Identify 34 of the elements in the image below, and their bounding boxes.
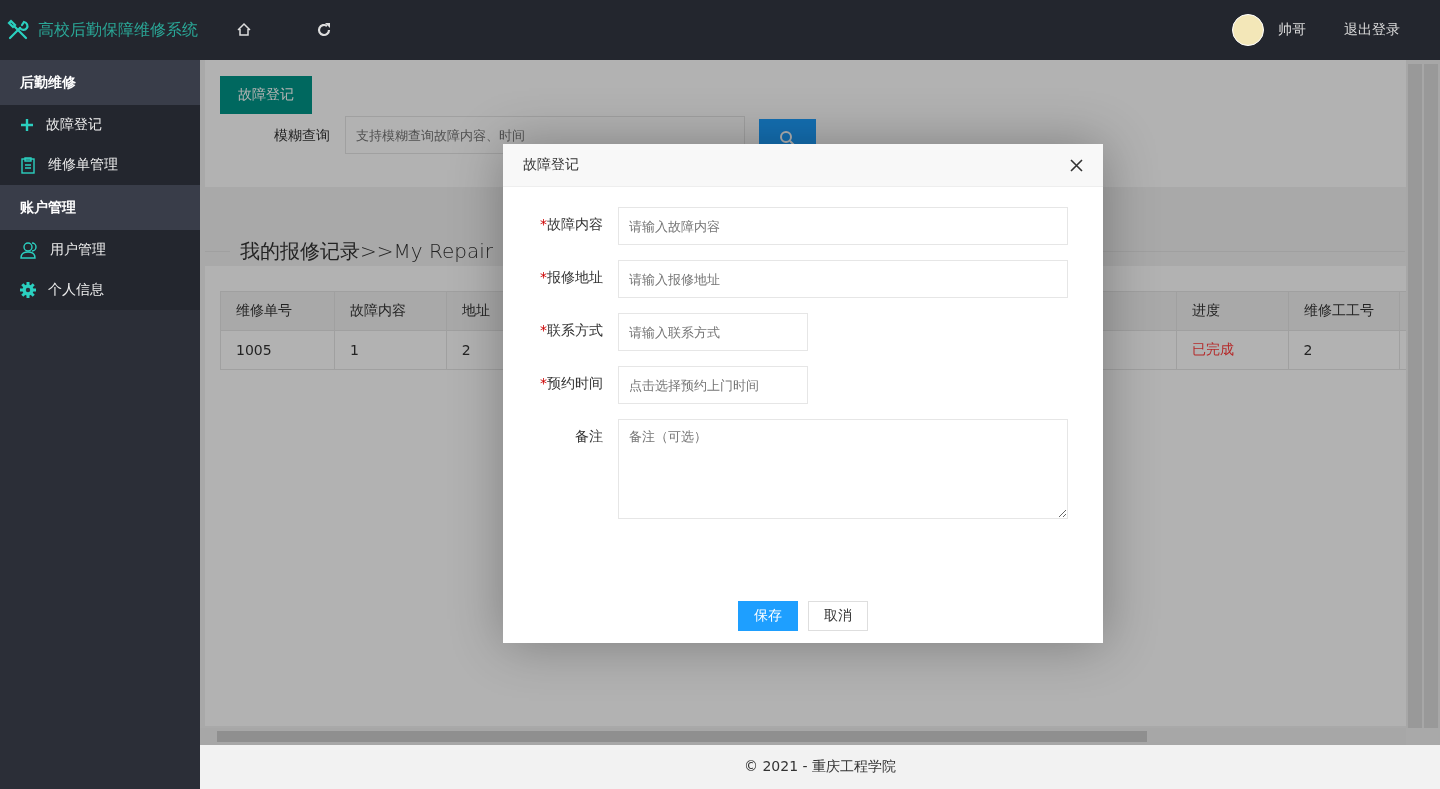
input-field[interactable]: 请输入故障内容 <box>618 207 1068 245</box>
required-mark: * <box>540 269 547 285</box>
field-label-text: 故障内容 <box>547 216 603 232</box>
user-name[interactable]: 帅哥 <box>1278 21 1306 39</box>
sidebar-section-title: 后勤维修 <box>0 60 200 105</box>
table-cell: 1005 <box>220 330 335 370</box>
input-field[interactable]: 请输入联系方式 <box>618 313 808 351</box>
cancel-button[interactable]: 取消 <box>808 601 868 631</box>
required-mark: * <box>540 375 547 391</box>
table-cell: 1 <box>334 330 447 370</box>
section-title: 我的报修记录>>My Repair <box>239 237 494 265</box>
status-text: 已完成 <box>1191 341 1234 357</box>
app-title: 高校后勤保障维修系统 <box>38 19 198 41</box>
column-header: 维修单号 <box>220 291 335 331</box>
column-header: 故障内容 <box>334 291 447 331</box>
search-label: 模糊查询 <box>273 126 331 145</box>
field-label-text: 备注 <box>575 428 603 444</box>
column-header: 进度 <box>1176 291 1289 331</box>
sidebar-item[interactable]: 个人信息 <box>0 270 200 310</box>
sidebar-item[interactable]: 故障登记 <box>0 105 200 145</box>
input-field[interactable]: 点击选择预约上门时间 <box>618 366 808 404</box>
footer-text: © 2021 - 重庆工程学院 <box>744 758 896 776</box>
sidebar-section-title: 账户管理 <box>0 185 200 230</box>
input-field[interactable]: 请输入报修地址 <box>618 260 1068 298</box>
required-mark: * <box>540 216 547 232</box>
field-label-text: 报修地址 <box>547 269 603 285</box>
column-header: 维修工工号 <box>1288 291 1400 331</box>
logout-link[interactable]: 退出登录 <box>1344 21 1400 39</box>
sidebar-item[interactable]: 维修单管理 <box>0 145 200 185</box>
table-cell: 2 <box>1288 330 1400 370</box>
notes-field[interactable]: 备注（可选） <box>618 419 1068 519</box>
sidebar-item[interactable]: 用户管理 <box>0 230 200 270</box>
field-label-text: 预约时间 <box>547 375 603 391</box>
dialog-title: 故障登记 <box>523 156 579 174</box>
